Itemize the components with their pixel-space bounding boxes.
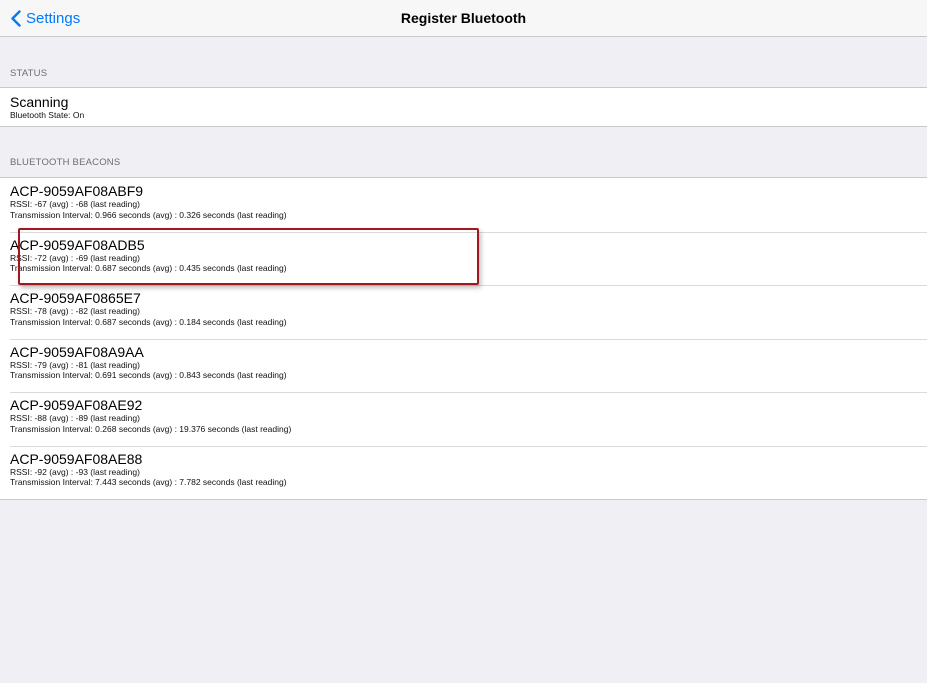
status-section-header: STATUS — [10, 68, 48, 79]
beacon-interval: Transmission Interval: 0.687 seconds (av… — [10, 316, 287, 327]
beacon-rssi: RSSI: -67 (avg) : -68 (last reading) — [10, 199, 140, 209]
beacon-rssi: RSSI: -92 (avg) : -93 (last reading) — [10, 466, 140, 477]
status-cell: Scanning Bluetooth State: On — [0, 88, 927, 126]
beacon-rssi: RSSI: -88 (avg) : -89 (last reading) — [10, 413, 140, 423]
beacon-rssi: RSSI: -79 (avg) : -81 (last reading) — [10, 359, 140, 370]
beacon-row[interactable]: ACP-9059AF08AE92 RSSI: -88 (avg) : -89 (… — [0, 392, 927, 446]
beacon-interval: Transmission Interval: 0.966 seconds (av… — [10, 209, 287, 220]
beacon-interval: Transmission Interval: 0.691 seconds (av… — [10, 370, 287, 380]
back-button-label: Settings — [26, 10, 81, 27]
beacon-row[interactable]: ACP-9059AF08ABF9 RSSI: -67 (avg) : -68 (… — [0, 178, 927, 232]
status-title: Scanning — [10, 94, 69, 110]
beacon-name: ACP-9059AF08ADB5 — [10, 236, 145, 253]
navigation-bar: Settings Register Bluetooth — [0, 0, 927, 37]
status-group: Scanning Bluetooth State: On — [0, 87, 927, 127]
beacon-name: ACP-9059AF08ABF9 — [10, 183, 144, 199]
beacon-row[interactable]: ACP-9059AF0865E7 RSSI: -78 (avg) : -82 (… — [0, 285, 927, 339]
beacon-name: ACP-9059AF0865E7 — [10, 290, 141, 306]
chevron-left-icon — [11, 10, 21, 27]
beacon-name: ACP-9059AF08A9AA — [10, 343, 144, 360]
beacon-rssi: RSSI: -78 (avg) : -82 (last reading) — [10, 306, 140, 316]
beacon-name: ACP-9059AF08AE88 — [10, 450, 143, 467]
back-button[interactable]: Settings — [10, 0, 80, 37]
beacon-row[interactable]: ACP-9059AF08AE88 RSSI: -92 (avg) : -93 (… — [0, 445, 927, 500]
beacon-interval: Transmission Interval: 0.687 seconds (av… — [10, 263, 287, 273]
bluetooth-state: Bluetooth State: On — [10, 110, 85, 120]
beacon-rssi: RSSI: -72 (avg) : -69 (last reading) — [10, 252, 140, 263]
page-title: Register Bluetooth — [400, 10, 527, 26]
beacon-list: ACP-9059AF08ABF9 RSSI: -67 (avg) : -68 (… — [0, 177, 927, 500]
beacon-interval: Transmission Interval: 0.268 seconds (av… — [10, 423, 292, 434]
beacon-interval: Transmission Interval: 7.443 seconds (av… — [10, 477, 287, 487]
beacon-row[interactable]: ACP-9059AF08A9AA RSSI: -79 (avg) : -81 (… — [0, 338, 927, 393]
beacons-section-header: BLUETOOTH BEACONS — [10, 157, 121, 168]
beacon-row[interactable]: ACP-9059AF08ADB5 RSSI: -72 (avg) : -69 (… — [0, 231, 927, 286]
beacon-name: ACP-9059AF08AE92 — [10, 397, 143, 413]
